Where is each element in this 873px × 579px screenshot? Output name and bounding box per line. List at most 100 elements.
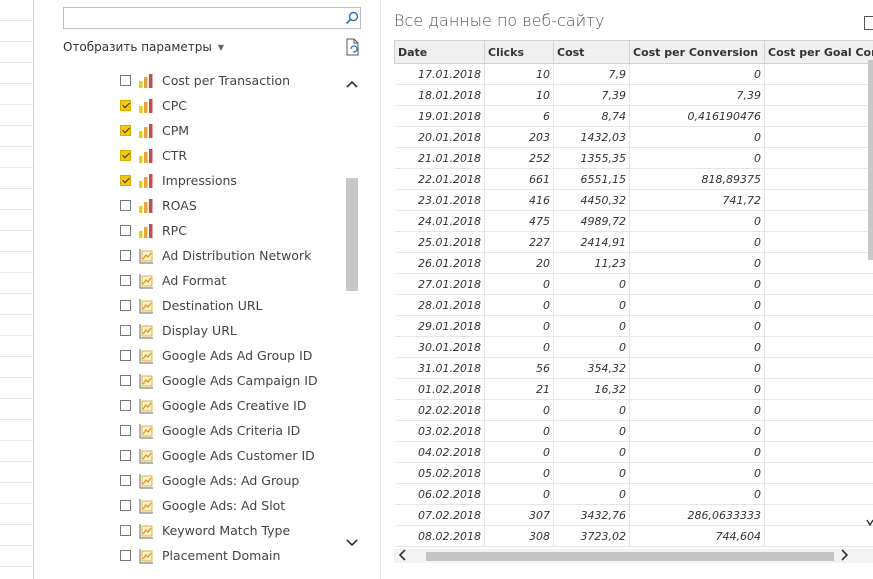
field-item[interactable]: Google Ads: Ad Slot [118, 493, 343, 518]
page-icon[interactable] [864, 16, 873, 30]
table-cell: 252 [484, 147, 554, 169]
column-header[interactable]: Cost [553, 40, 630, 64]
field-item[interactable]: CTR [118, 143, 343, 168]
table-cell: 0 [553, 336, 630, 358]
scroll-up-icon[interactable] [346, 78, 358, 91]
table-cell: 28.01.2018 [394, 294, 485, 316]
field-checkbox[interactable] [120, 550, 131, 561]
document-refresh-icon[interactable] [345, 38, 361, 56]
field-checkbox[interactable] [120, 300, 131, 311]
field-checkbox[interactable] [120, 350, 131, 361]
dimension-icon [138, 273, 154, 289]
field-checkbox[interactable] [120, 125, 131, 136]
dimension-icon [138, 473, 154, 489]
field-checkbox[interactable] [120, 75, 131, 86]
field-checkbox[interactable] [120, 200, 131, 211]
table-cell [764, 336, 873, 358]
table-cell: 0 [553, 483, 630, 505]
table-cell [764, 252, 873, 274]
table-row: 31.01.2018 56 354,32 0 [394, 357, 873, 379]
field-item[interactable]: Google Ads Customer ID [118, 443, 343, 468]
field-item[interactable]: ROAS [118, 193, 343, 218]
scroll-left-icon[interactable] [398, 549, 407, 564]
field-checkbox[interactable] [120, 250, 131, 261]
field-label: Google Ads Ad Group ID [162, 348, 313, 363]
table-row: 05.02.2018 0 0 0 [394, 462, 873, 484]
table-cell [764, 210, 873, 232]
field-checkbox[interactable] [120, 275, 131, 286]
fields-scrollbar-thumb[interactable] [346, 178, 358, 291]
field-item[interactable]: CPM [118, 118, 343, 143]
measure-bar-icon [138, 198, 154, 214]
table-cell: 0 [629, 252, 765, 274]
scroll-down-icon[interactable] [346, 537, 358, 550]
table-cell: 0 [629, 231, 765, 253]
column-header[interactable]: Cost per Conversion [629, 40, 765, 64]
field-checkbox[interactable] [120, 425, 131, 436]
field-checkbox[interactable] [120, 525, 131, 536]
field-item[interactable]: Google Ads Ad Group ID [118, 343, 343, 368]
table-cell: 07.02.2018 [394, 504, 485, 526]
display-options-dropdown[interactable]: Отобразить параметры ▼ [63, 40, 224, 54]
table-row: 20.01.2018 203 1432,03 0 [394, 126, 873, 148]
table-cell: 6551,15 [553, 168, 630, 190]
field-item[interactable]: Display URL [118, 318, 343, 343]
table-row: 24.01.2018 475 4989,72 0 [394, 210, 873, 232]
field-label: Google Ads Customer ID [162, 448, 315, 463]
field-checkbox[interactable] [120, 450, 131, 461]
table-cell [764, 483, 873, 505]
field-item[interactable]: Keyword Match Type [118, 518, 343, 543]
table-row: 18.01.2018 10 7,39 7,39 [394, 84, 873, 106]
dimension-icon [138, 323, 154, 339]
table-vertical-scrollbar-thumb[interactable] [868, 60, 873, 260]
field-item[interactable]: Ad Distribution Network [118, 243, 343, 268]
table-cell: 0 [629, 483, 765, 505]
field-checkbox[interactable] [120, 400, 131, 411]
field-label: CPC [162, 98, 187, 113]
field-checkbox[interactable] [120, 150, 131, 161]
field-checkbox[interactable] [120, 475, 131, 486]
field-label: Google Ads Creative ID [162, 398, 307, 413]
field-item[interactable]: Impressions [118, 168, 343, 193]
column-header[interactable]: Cost per Goal Conversion [764, 40, 873, 64]
field-item[interactable]: Google Ads Criteria ID [118, 418, 343, 443]
search-icon[interactable] [343, 9, 361, 27]
field-checkbox[interactable] [120, 500, 131, 511]
field-checkbox[interactable] [120, 100, 131, 111]
table-row: 21.01.2018 252 1355,35 0 [394, 147, 873, 169]
field-item[interactable]: Destination URL [118, 293, 343, 318]
table-cell [764, 525, 873, 547]
table-horizontal-scrollbar-thumb[interactable] [426, 552, 834, 561]
table-cell [764, 147, 873, 169]
field-item[interactable]: Google Ads Creative ID [118, 393, 343, 418]
table-cell: 661 [484, 168, 554, 190]
table-cell: 0 [629, 210, 765, 232]
table-row: 25.01.2018 227 2414,91 0 [394, 231, 873, 253]
field-item[interactable]: CPC [118, 93, 343, 118]
table-row: 30.01.2018 0 0 0 [394, 336, 873, 358]
field-checkbox[interactable] [120, 325, 131, 336]
field-item[interactable]: Cost per Transaction [118, 68, 343, 93]
table-cell: 56 [484, 357, 554, 379]
table-cell: 01.02.2018 [394, 378, 485, 400]
table-scroll-down-icon[interactable] [866, 518, 873, 531]
field-checkbox[interactable] [120, 175, 131, 186]
field-item[interactable]: Google Ads: Ad Group [118, 468, 343, 493]
search-input[interactable] [63, 7, 361, 29]
column-header[interactable]: Date [394, 40, 485, 64]
table-row: 06.02.2018 0 0 0 [394, 483, 873, 505]
table-cell [764, 84, 873, 106]
field-item[interactable]: Placement Domain [118, 543, 343, 568]
field-label: CPM [162, 123, 190, 138]
scroll-right-icon[interactable] [840, 549, 849, 564]
field-item[interactable]: RPC [118, 218, 343, 243]
table-cell: 17.01.2018 [394, 63, 485, 85]
field-checkbox[interactable] [120, 375, 131, 386]
field-label: Display URL [162, 323, 237, 338]
column-header[interactable]: Clicks [484, 40, 554, 64]
table-cell [764, 294, 873, 316]
field-item[interactable]: Ad Format [118, 268, 343, 293]
field-item[interactable]: Google Ads Campaign ID [118, 368, 343, 393]
table-cell: 818,89375 [629, 168, 765, 190]
field-checkbox[interactable] [120, 225, 131, 236]
